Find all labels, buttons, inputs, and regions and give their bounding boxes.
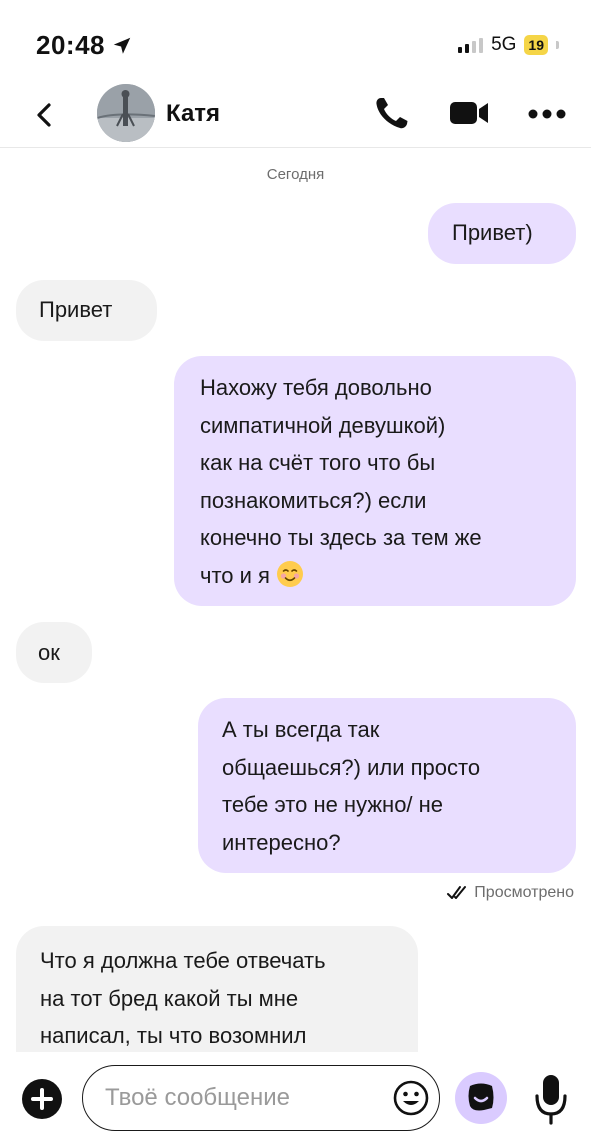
- message-incoming[interactable]: ок: [16, 622, 92, 683]
- message-line: Привет: [39, 297, 113, 322]
- message-line-last: что и я: [200, 557, 576, 595]
- message-input[interactable]: [105, 1066, 375, 1129]
- status-indicators: 5G 19: [458, 34, 559, 56]
- add-attachment-button[interactable]: [22, 1079, 62, 1119]
- message-line: тебе это не нужно/ не: [222, 792, 444, 817]
- network-type: 5G: [491, 34, 517, 55]
- back-arrow-icon[interactable]: [30, 100, 60, 130]
- message-line: конечно ты здесь за тем же: [200, 525, 482, 550]
- smiling-face-icon: [277, 560, 304, 587]
- avatar[interactable]: [97, 84, 155, 142]
- location-arrow-icon: [113, 37, 131, 54]
- status-time: 20:48: [36, 30, 133, 61]
- plus-icon: [31, 1088, 53, 1110]
- message-line: симпатичной девушкой): [200, 412, 446, 438]
- message-line: Что я должна тебе отвечать: [40, 948, 326, 973]
- read-status: Просмотрено: [446, 884, 574, 902]
- message-line: познакомиться?) если: [200, 487, 427, 513]
- date-separator: Сегодня: [266, 166, 325, 183]
- message-line: ок: [38, 640, 60, 665]
- battery-level: 19: [524, 35, 548, 55]
- message-outgoing[interactable]: Привет): [428, 203, 576, 264]
- signal-strength-icon: [458, 37, 484, 53]
- message-line: написал, ты что возомнил: [40, 1023, 307, 1048]
- status-bar: 20:48 5G 19: [0, 0, 591, 80]
- message-outgoing[interactable]: А ты всегда так общаешься?) или просто т…: [198, 698, 576, 873]
- message-line: интересно?: [222, 829, 341, 855]
- message-outgoing[interactable]: Нахожу тебя довольно симпатичной девушко…: [174, 356, 576, 606]
- message-line: А ты всегда так: [222, 717, 380, 742]
- double-check-icon: [447, 886, 467, 899]
- time-text: 20:48: [36, 30, 105, 60]
- message-line: Привет): [452, 220, 533, 245]
- message-line-text: что и я: [200, 562, 270, 588]
- more-dots-icon[interactable]: [527, 104, 567, 124]
- microphone-icon[interactable]: [533, 1072, 569, 1126]
- sticker-face-icon: [468, 1083, 494, 1111]
- message-line: общаешься?) или просто: [222, 754, 481, 780]
- phone-icon[interactable]: [373, 94, 411, 132]
- avatar-photo: [97, 84, 155, 142]
- read-status-text: Просмотрено: [474, 884, 574, 901]
- emoji-icon[interactable]: [393, 1080, 429, 1116]
- contact-name[interactable]: Катя: [166, 100, 220, 128]
- chat-header: Катя: [0, 80, 591, 148]
- sticker-button[interactable]: [455, 1072, 507, 1124]
- battery-icon: [556, 41, 559, 49]
- message-line: как на счёт того что бы: [200, 450, 436, 475]
- message-composer: [0, 1052, 591, 1148]
- message-line: Нахожу тебя довольно: [200, 375, 432, 400]
- video-camera-icon[interactable]: [449, 98, 491, 128]
- message-input-wrapper: [82, 1065, 440, 1131]
- message-incoming[interactable]: Привет: [16, 280, 157, 341]
- message-line: на тот бред какой ты мне: [40, 985, 299, 1011]
